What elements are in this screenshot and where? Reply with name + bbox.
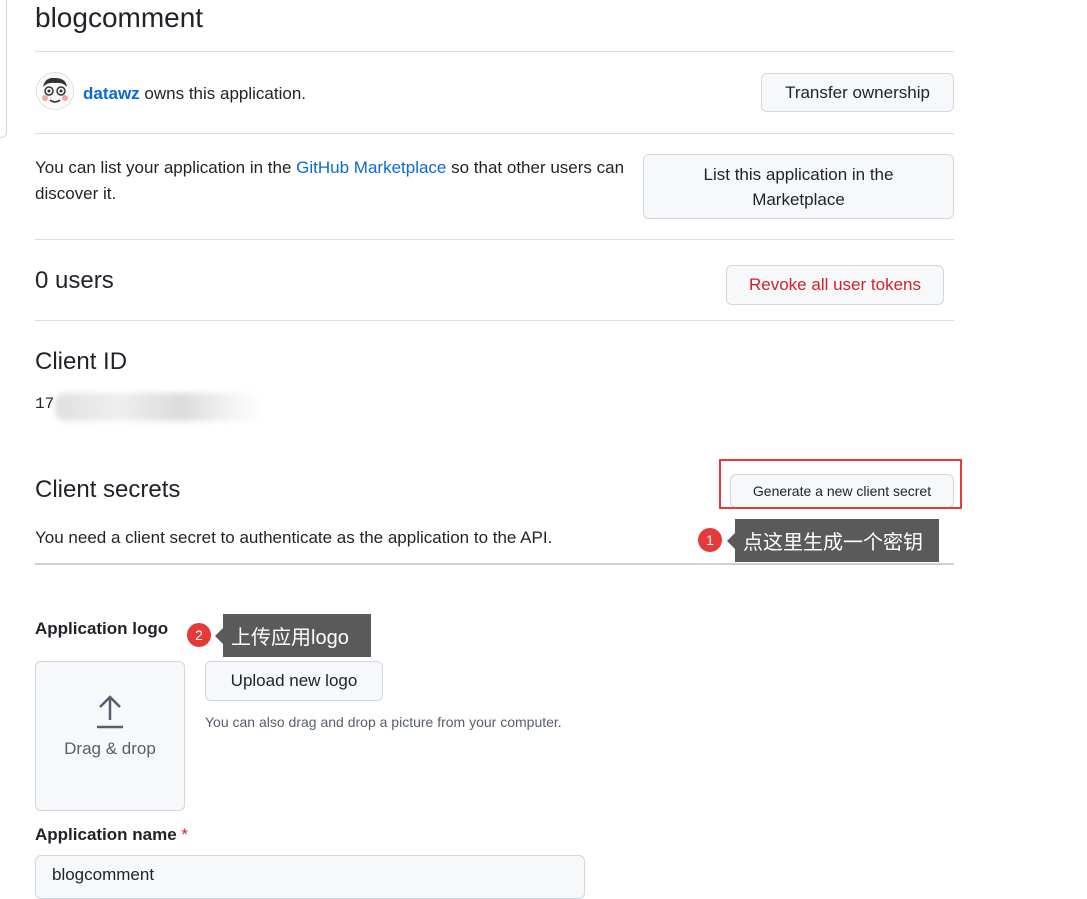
owner-suffix: owns this application. <box>139 84 307 103</box>
owner-link[interactable]: datawz <box>83 84 140 103</box>
step-1-badge: 1 <box>698 528 722 552</box>
users-count: 0 users <box>35 267 114 294</box>
application-name-label: Application name * <box>35 825 188 845</box>
upload-logo-button[interactable]: Upload new logo <box>205 661 383 701</box>
divider <box>35 51 954 52</box>
application-name-label-text: Application name <box>35 825 177 844</box>
step-2-tooltip: 上传应用logo <box>215 614 371 657</box>
logo-dropzone[interactable]: Drag & drop <box>35 661 185 811</box>
application-name-input[interactable]: blogcomment <box>35 855 585 899</box>
page-title: blogcomment <box>35 2 204 33</box>
divider <box>35 320 954 321</box>
owner-text: datawz owns this application. <box>83 81 306 107</box>
required-mark: * <box>181 825 189 844</box>
upload-hint: You can also drag and drop a picture fro… <box>205 714 562 730</box>
application-logo-label: Application logo <box>35 619 169 638</box>
owner-avatar[interactable] <box>36 72 74 110</box>
revoke-tokens-button[interactable]: Revoke all user tokens <box>726 265 944 305</box>
step-2-badge: 2 <box>187 623 211 647</box>
marketplace-text-before: You can list your application in the <box>35 158 297 177</box>
drag-drop-text: Drag & drop <box>64 739 156 758</box>
transfer-ownership-button[interactable]: Transfer ownership <box>761 73 954 112</box>
left-panel-edge <box>0 0 7 138</box>
marketplace-link[interactable]: GitHub Marketplace <box>296 158 446 177</box>
list-in-marketplace-button[interactable]: List this application in the Marketplace <box>643 154 954 219</box>
upload-arrow-icon <box>95 694 125 735</box>
client-id-blur <box>55 393 265 421</box>
highlight-box <box>719 459 962 509</box>
client-id-value: 17 <box>35 395 55 413</box>
client-id-heading: Client ID <box>35 348 128 375</box>
client-secrets-heading: Client secrets <box>35 476 181 503</box>
divider <box>35 133 954 134</box>
marketplace-text: You can list your application in the Git… <box>35 155 645 207</box>
divider <box>35 563 954 565</box>
divider <box>35 239 954 240</box>
step-1-tooltip: 点这里生成一个密钥 <box>727 519 939 562</box>
client-secrets-description: You need a client secret to authenticate… <box>35 528 553 547</box>
